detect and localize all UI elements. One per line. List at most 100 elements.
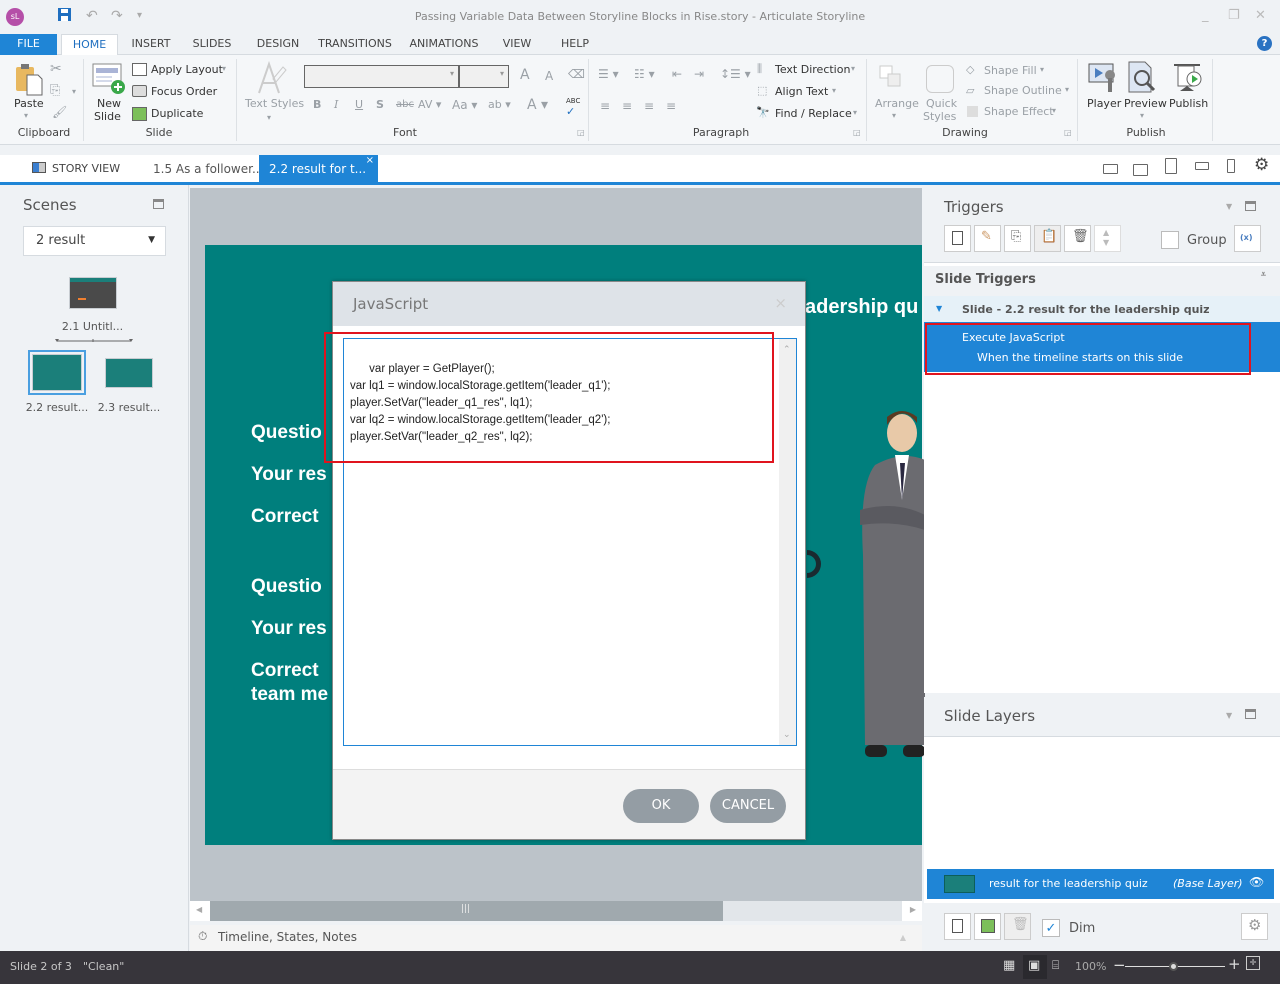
align-text-button[interactable]: Align Text	[775, 85, 828, 98]
edit-trigger-button[interactable]: ✎	[974, 225, 1001, 252]
expand-icon[interactable]: ▼	[936, 304, 942, 313]
scene-select[interactable]: 2 result ▼	[23, 226, 166, 256]
copy-icon[interactable]: ⎘	[50, 83, 60, 98]
zoom-out-button[interactable]: −	[1113, 956, 1126, 974]
slide-text-question-2[interactable]: Questio	[251, 576, 322, 598]
delete-layer-button[interactable]: 🗑	[1004, 913, 1031, 940]
chevron-down-icon[interactable]: ▾	[1040, 65, 1044, 74]
chevron-down-icon[interactable]: ▾	[1065, 85, 1069, 94]
slide-thumbnail-2-1[interactable]	[69, 277, 117, 309]
restore-button[interactable]: ❐	[1228, 8, 1240, 23]
chevron-down-icon[interactable]: ▾	[892, 111, 896, 120]
new-slide-label[interactable]: New	[97, 97, 121, 110]
timeline-states-notes-bar[interactable]: ⏱ Timeline, States, Notes ▲	[190, 925, 922, 951]
chevron-down-icon[interactable]: ▼	[1226, 711, 1232, 720]
shape-outline-button[interactable]: Shape Outline	[984, 84, 1062, 97]
cancel-button[interactable]: CANCEL	[710, 789, 786, 823]
tab-help[interactable]: HELP	[555, 34, 595, 55]
desktop-preview-icon[interactable]	[1103, 164, 1118, 174]
cut-icon[interactable]: ✂	[50, 61, 62, 77]
shape-fill-button[interactable]: Shape Fill	[984, 64, 1037, 77]
tab-view[interactable]: VIEW	[497, 34, 537, 55]
chevron-down-icon[interactable]: ▾	[1140, 111, 1144, 120]
focus-order-button[interactable]: Focus Order	[151, 85, 217, 98]
apply-layout-dropdown-icon[interactable]: ▾	[222, 64, 226, 73]
slide-text-response-2[interactable]: Your res	[251, 618, 327, 640]
scrollbar-track[interactable]	[723, 901, 902, 921]
slide-text-correct-1[interactable]: Correct	[251, 506, 319, 528]
new-layer-button[interactable]	[944, 913, 971, 940]
scrollbar-thumb[interactable]: |||	[210, 901, 723, 921]
preview-icon[interactable]	[1127, 61, 1157, 95]
tab-transitions[interactable]: TRANSITIONS	[315, 34, 395, 55]
bullets-icon[interactable]: ☰ ▾	[598, 67, 619, 81]
shape-effect-button[interactable]: Shape Effect	[984, 105, 1054, 118]
eye-icon[interactable]: 👁	[1249, 875, 1264, 889]
tab-design[interactable]: DESIGN	[250, 34, 306, 55]
apply-layout-button[interactable]: Apply Layout	[151, 63, 223, 76]
slide-tab-2-2[interactable]: 2.2 result for t... ×	[259, 155, 378, 185]
numbering-icon[interactable]: ☷ ▾	[634, 67, 655, 81]
slide-thumbnail-2-3[interactable]	[105, 358, 153, 388]
paste-trigger-button[interactable]: 📋	[1034, 225, 1061, 252]
scroll-right-icon[interactable]: ▶	[910, 905, 916, 914]
scroll-up-icon[interactable]: ⌃	[783, 341, 791, 358]
slideshow-icon[interactable]: ⌸	[1052, 958, 1059, 973]
story-view-tab[interactable]: STORY VIEW	[32, 162, 120, 175]
ok-button[interactable]: OK	[623, 789, 699, 823]
new-slide-icon[interactable]	[92, 63, 126, 95]
tab-insert[interactable]: INSERT	[124, 34, 178, 55]
javascript-code-editor[interactable]: var player = GetPlayer(); var lq1 = wind…	[343, 338, 797, 746]
slide-title[interactable]: adership qu	[805, 296, 918, 319]
decrease-indent-icon[interactable]: ⇤	[672, 67, 682, 81]
format-painter-icon[interactable]: 🖌	[52, 105, 67, 119]
float-panel-icon[interactable]	[1245, 709, 1256, 719]
chevron-down-icon[interactable]: ▼	[1226, 202, 1232, 211]
font-size-select[interactable]: ▾	[459, 65, 509, 88]
trigger-slide-row[interactable]: ▼ Slide - 2.2 result for the leadership …	[924, 296, 1280, 322]
tablet-portrait-icon[interactable]	[1165, 158, 1177, 174]
chevron-down-icon[interactable]: ▾	[853, 108, 857, 117]
fit-to-window-icon[interactable]: ✛	[1246, 956, 1260, 970]
close-window-button[interactable]: ✕	[1255, 8, 1266, 23]
slide-thumbnail-2-2[interactable]	[28, 350, 86, 395]
quick-styles-label[interactable]: Quick	[926, 97, 957, 110]
strikethrough-icon[interactable]: abc	[396, 99, 414, 110]
spell-check-icon[interactable]: ABC ✓	[566, 97, 580, 118]
normal-view-button[interactable]: ▣	[1023, 955, 1047, 979]
expand-up-icon[interactable]: ▲	[900, 933, 906, 942]
group-checkbox[interactable]	[1161, 231, 1179, 249]
text-styles-label[interactable]: Text Styles	[245, 97, 304, 110]
minimize-button[interactable]: _	[1202, 8, 1209, 23]
gear-icon[interactable]: ⚙	[1254, 155, 1269, 175]
paste-button[interactable]	[14, 63, 44, 97]
text-direction-button[interactable]: Text Direction	[775, 63, 850, 76]
close-tab-icon[interactable]: ×	[366, 155, 374, 166]
line-spacing-icon[interactable]: ↕☰ ▾	[720, 67, 751, 81]
zoom-in-button[interactable]: +	[1228, 955, 1241, 973]
float-panel-icon[interactable]	[1245, 201, 1256, 211]
highlight-icon[interactable]: ab ▾	[488, 98, 511, 111]
phone-portrait-icon[interactable]	[1227, 159, 1235, 173]
code-scrollbar[interactable]: ⌃ ⌄	[779, 339, 796, 745]
businessman-illustration[interactable]	[845, 405, 925, 765]
slide-text-response-1[interactable]: Your res	[251, 464, 327, 486]
arrange-button[interactable]: Arrange	[875, 97, 919, 110]
arrange-icon[interactable]	[879, 65, 907, 93]
base-layer-row[interactable]: result for the leadership quiz (Base Lay…	[927, 869, 1274, 899]
quick-styles-icon[interactable]	[926, 65, 954, 93]
zoom-slider-thumb[interactable]	[1169, 962, 1178, 971]
change-case-icon[interactable]: Aa ▾	[452, 98, 477, 112]
slide-text-team[interactable]: team me	[251, 684, 328, 706]
player-icon[interactable]	[1088, 61, 1118, 95]
chevron-down-icon[interactable]: ▾	[851, 64, 855, 73]
slide-tab-1-5[interactable]: 1.5 As a follower...	[153, 162, 263, 176]
publish-button[interactable]: Publish	[1169, 97, 1208, 110]
copy-dropdown-icon[interactable]: ▾	[72, 87, 76, 96]
paste-dropdown-icon[interactable]: ▾	[24, 111, 28, 120]
variables-button[interactable]: (x)	[1234, 225, 1261, 252]
preview-button[interactable]: Preview	[1124, 97, 1167, 110]
font-dialog-launcher-icon[interactable]: ◲	[577, 128, 585, 137]
scroll-left-icon[interactable]: ◀	[196, 905, 202, 914]
slide-text-question-1[interactable]: Questio	[251, 422, 322, 444]
